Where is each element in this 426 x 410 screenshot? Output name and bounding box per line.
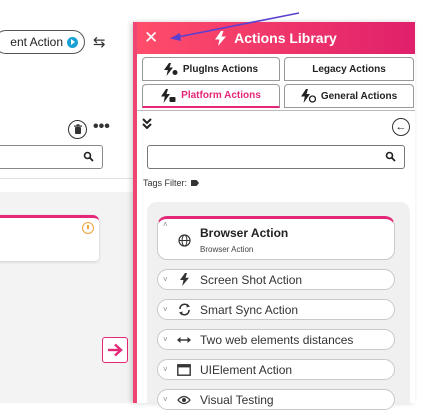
actions-list: ˄ Browser Action Browser Action ˅ Screen…	[147, 202, 410, 410]
list-item[interactable]: ˅ Screen Shot Action	[157, 269, 395, 290]
item-label: Screen Shot Action	[200, 272, 303, 287]
plugin-bolt-icon	[163, 62, 178, 76]
list-item[interactable]: ˅ Two web elements distances	[157, 329, 395, 350]
actions-library-panel: ✕ Actions Library PlugIns Actions Legacy…	[133, 22, 415, 410]
tab-general-actions[interactable]: General Actions	[284, 84, 414, 108]
caret-down-icon[interactable]: ˅	[163, 335, 173, 344]
list-item[interactable]: ˅ Smart Sync Action	[157, 299, 395, 320]
tab-plugins-actions[interactable]: PlugIns Actions	[142, 57, 280, 81]
eye-icon	[176, 395, 192, 405]
tags-filter-label: Tags Filter:	[143, 178, 188, 188]
library-search-input[interactable]	[147, 145, 405, 169]
list-item[interactable]: ˅ UIElement Action	[157, 359, 395, 380]
more-options-icon[interactable]: •••	[93, 118, 110, 136]
tab-legacy-actions[interactable]: Legacy Actions	[284, 57, 414, 81]
back-button[interactable]: ←	[392, 118, 410, 136]
caret-down-icon[interactable]: ˅	[163, 305, 173, 314]
toggle-library-button[interactable]	[102, 337, 128, 363]
arrow-right-icon	[108, 343, 123, 357]
tab-label: General Actions	[320, 90, 398, 102]
item-label: Visual Testing	[200, 392, 274, 407]
divider	[0, 178, 134, 179]
tab-platform-actions[interactable]: Platform Actions	[142, 84, 280, 108]
item-label: Smart Sync Action	[200, 302, 299, 317]
current-action-label: ent Action	[10, 35, 63, 49]
panel-header: ✕ Actions Library	[137, 22, 415, 54]
close-button[interactable]: ✕	[144, 28, 158, 48]
trash-icon	[73, 124, 82, 134]
sync-icon	[176, 303, 192, 316]
tags-filter[interactable]: Tags Filter:	[143, 178, 200, 188]
collapse-all-icon[interactable]	[142, 118, 152, 131]
item-label: Two web elements distances	[200, 332, 354, 347]
current-action-pill[interactable]: ent Action	[0, 30, 85, 54]
delete-button[interactable]	[68, 120, 87, 139]
general-bolt-icon	[300, 89, 316, 103]
window-icon	[176, 363, 192, 376]
tag-icon	[191, 180, 200, 186]
tab-label: Legacy Actions	[312, 63, 386, 75]
list-item-browser-action[interactable]: ˄ Browser Action Browser Action	[157, 216, 395, 260]
list-item[interactable]: ˅ Visual Testing	[157, 389, 395, 410]
arrows-horizontal-icon	[176, 336, 192, 344]
bolt-icon	[215, 30, 227, 46]
panel-title: Actions Library	[234, 30, 337, 46]
platform-bolt-icon	[161, 88, 176, 103]
tab-label: Platform Actions	[181, 90, 261, 101]
step-card[interactable]	[0, 215, 99, 261]
clock-icon	[82, 222, 94, 234]
item-subtitle: Browser Action	[200, 245, 254, 254]
play-icon[interactable]	[67, 36, 78, 48]
bolt-icon	[176, 273, 192, 286]
item-label: UIElement Action	[200, 362, 293, 377]
arrow-left-icon: ←	[395, 121, 407, 133]
caret-down-icon[interactable]: ˅	[163, 365, 173, 374]
editor-area: ent Action ⇆ •••	[0, 0, 134, 403]
item-title: Browser Action	[200, 226, 289, 240]
editor-search-input[interactable]	[0, 145, 103, 169]
search-icon	[385, 151, 396, 162]
globe-icon	[178, 234, 191, 247]
tab-label: PlugIns Actions	[182, 63, 259, 75]
caret-down-icon[interactable]: ˅	[163, 275, 173, 284]
caret-up-icon[interactable]: ˄	[163, 220, 168, 229]
swap-icon[interactable]: ⇆	[93, 33, 106, 51]
tabs-divider	[137, 110, 415, 111]
search-icon	[83, 151, 94, 162]
